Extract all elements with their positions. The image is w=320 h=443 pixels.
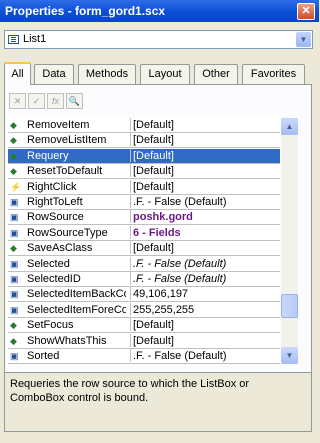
- property-value[interactable]: .F. - False (Default): [130, 272, 280, 285]
- property-scrollbar[interactable]: ▲ ▼: [281, 118, 298, 364]
- property-name: RemoveListItem: [27, 134, 107, 147]
- zoom-icon[interactable]: 🔍: [66, 93, 83, 109]
- event-icon: ⚡: [10, 181, 22, 192]
- method-icon: ◆: [10, 150, 17, 161]
- method-icon: ◆: [10, 166, 17, 177]
- property-name: Selected: [27, 257, 70, 270]
- title-bar: Properties - form_gord1.scx ✕: [0, 0, 319, 22]
- property-row[interactable]: ◆ SetFocus [Default]: [8, 318, 280, 334]
- method-icon: ◆: [10, 120, 17, 130]
- property-value[interactable]: [Default]: [130, 179, 280, 193]
- property-name: SaveAsClass: [27, 242, 93, 255]
- property-icon: ▣: [10, 197, 19, 207]
- scroll-down-icon[interactable]: ▼: [281, 347, 298, 364]
- property-name: ResetToDefault: [27, 165, 103, 178]
- property-row[interactable]: ▣ SelectedItemForeColor 255,255,255: [8, 302, 280, 318]
- property-icon: ▣: [10, 212, 19, 223]
- property-value[interactable]: [Default]: [130, 333, 280, 347]
- property-value[interactable]: [Default]: [130, 164, 280, 178]
- property-value[interactable]: [Default]: [130, 148, 280, 162]
- tab-methods[interactable]: Methods: [78, 64, 136, 84]
- property-value[interactable]: 6 - Fields: [130, 225, 280, 239]
- accept-icon[interactable]: ✓: [28, 93, 45, 109]
- property-icon: ▣: [10, 289, 19, 300]
- tab-bar: All Data Methods Layout Other Favorites: [4, 62, 315, 85]
- scroll-up-icon[interactable]: ▲: [281, 118, 298, 135]
- property-row[interactable]: ▣ SelectedID .F. - False (Default): [8, 272, 280, 287]
- property-name: SelectedItemForeColor: [27, 303, 126, 316]
- property-name: ShowWhatsThis: [27, 334, 107, 347]
- method-icon: ◆: [10, 243, 17, 254]
- window-title: Properties - form_gord1.scx: [5, 4, 166, 18]
- object-selector-value: List1: [23, 33, 47, 45]
- property-row[interactable]: ⚡ RightClick [Default]: [8, 179, 280, 195]
- close-icon[interactable]: ✕: [297, 3, 315, 20]
- property-row[interactable]: ◆ RemoveListItem [Default]: [8, 133, 280, 149]
- property-icon: ▣: [10, 274, 19, 284]
- tab-data[interactable]: Data: [34, 64, 74, 84]
- property-row[interactable]: ▣ Selected .F. - False (Default): [8, 256, 280, 272]
- property-name: RightClick: [27, 180, 77, 193]
- property-row[interactable]: ▣ RowSource poshk.gord: [8, 210, 280, 226]
- method-icon: ◆: [10, 335, 17, 346]
- tab-all[interactable]: All: [4, 62, 31, 85]
- property-value[interactable]: poshk.gord: [130, 210, 280, 224]
- property-value[interactable]: .F. - False (Default): [130, 256, 280, 270]
- property-grid: ◆ RemoveItem [Default] ◆ RemoveListItem [Defa…: [8, 118, 280, 364]
- property-row[interactable]: ◆ SaveAsClass [Default]: [8, 241, 280, 257]
- property-row[interactable]: ◆ RemoveItem [Default]: [8, 118, 280, 133]
- property-row[interactable]: ◆ ShowWhatsThis [Default]: [8, 333, 280, 349]
- property-name: SelectedItemBackColor: [27, 288, 126, 301]
- property-name: RemoveItem: [27, 119, 90, 131]
- description-pane: Requeries the row source to which the Li…: [4, 372, 312, 432]
- property-value[interactable]: 49,106,197: [130, 287, 280, 301]
- property-value[interactable]: .F. - False (Default): [130, 195, 280, 208]
- property-value[interactable]: [Default]: [130, 118, 280, 131]
- property-name: Sorted: [27, 350, 60, 362]
- property-value[interactable]: [Default]: [130, 318, 280, 332]
- property-icon: ▣: [10, 351, 19, 361]
- method-icon: ◆: [10, 320, 17, 331]
- property-name: RowSourceType: [27, 226, 108, 239]
- property-value[interactable]: .F. - False (Default): [130, 349, 280, 362]
- property-value[interactable]: 255,255,255: [130, 302, 280, 316]
- cancel-icon[interactable]: ✕: [9, 93, 26, 109]
- object-selector[interactable]: List1 ▼: [4, 30, 313, 49]
- scroll-thumb[interactable]: [281, 294, 298, 318]
- property-row[interactable]: ▣ Sorted .F. - False (Default): [8, 349, 280, 364]
- tab-layout[interactable]: Layout: [140, 64, 190, 84]
- property-row[interactable]: ▣ SelectedItemBackColor 49,106,197: [8, 287, 280, 303]
- property-name: RightToLeft: [27, 196, 83, 208]
- property-name: SelectedID: [27, 273, 81, 285]
- property-icon: ▣: [10, 227, 19, 238]
- property-name: SetFocus: [27, 319, 74, 332]
- property-icon: ▣: [10, 304, 19, 315]
- property-row[interactable]: ▣ RightToLeft .F. - False (Default): [8, 195, 280, 210]
- property-name: RowSource: [27, 211, 84, 224]
- property-row[interactable]: ◆ ResetToDefault [Default]: [8, 164, 280, 180]
- function-icon[interactable]: fx: [47, 93, 64, 109]
- method-icon: ◆: [10, 135, 17, 146]
- property-name: Requery: [27, 149, 69, 162]
- tab-favorites[interactable]: Favorites: [242, 64, 305, 84]
- tab-other[interactable]: Other: [194, 64, 238, 84]
- property-row[interactable]: ▣ RowSourceType 6 - Fields: [8, 225, 280, 241]
- property-icon: ▣: [10, 258, 19, 269]
- chevron-down-icon[interactable]: ▼: [296, 32, 311, 47]
- property-row[interactable]: ◆ Requery [Default]: [8, 148, 280, 164]
- listbox-icon: [8, 35, 19, 44]
- property-value[interactable]: [Default]: [130, 133, 280, 147]
- property-value[interactable]: [Default]: [130, 241, 280, 255]
